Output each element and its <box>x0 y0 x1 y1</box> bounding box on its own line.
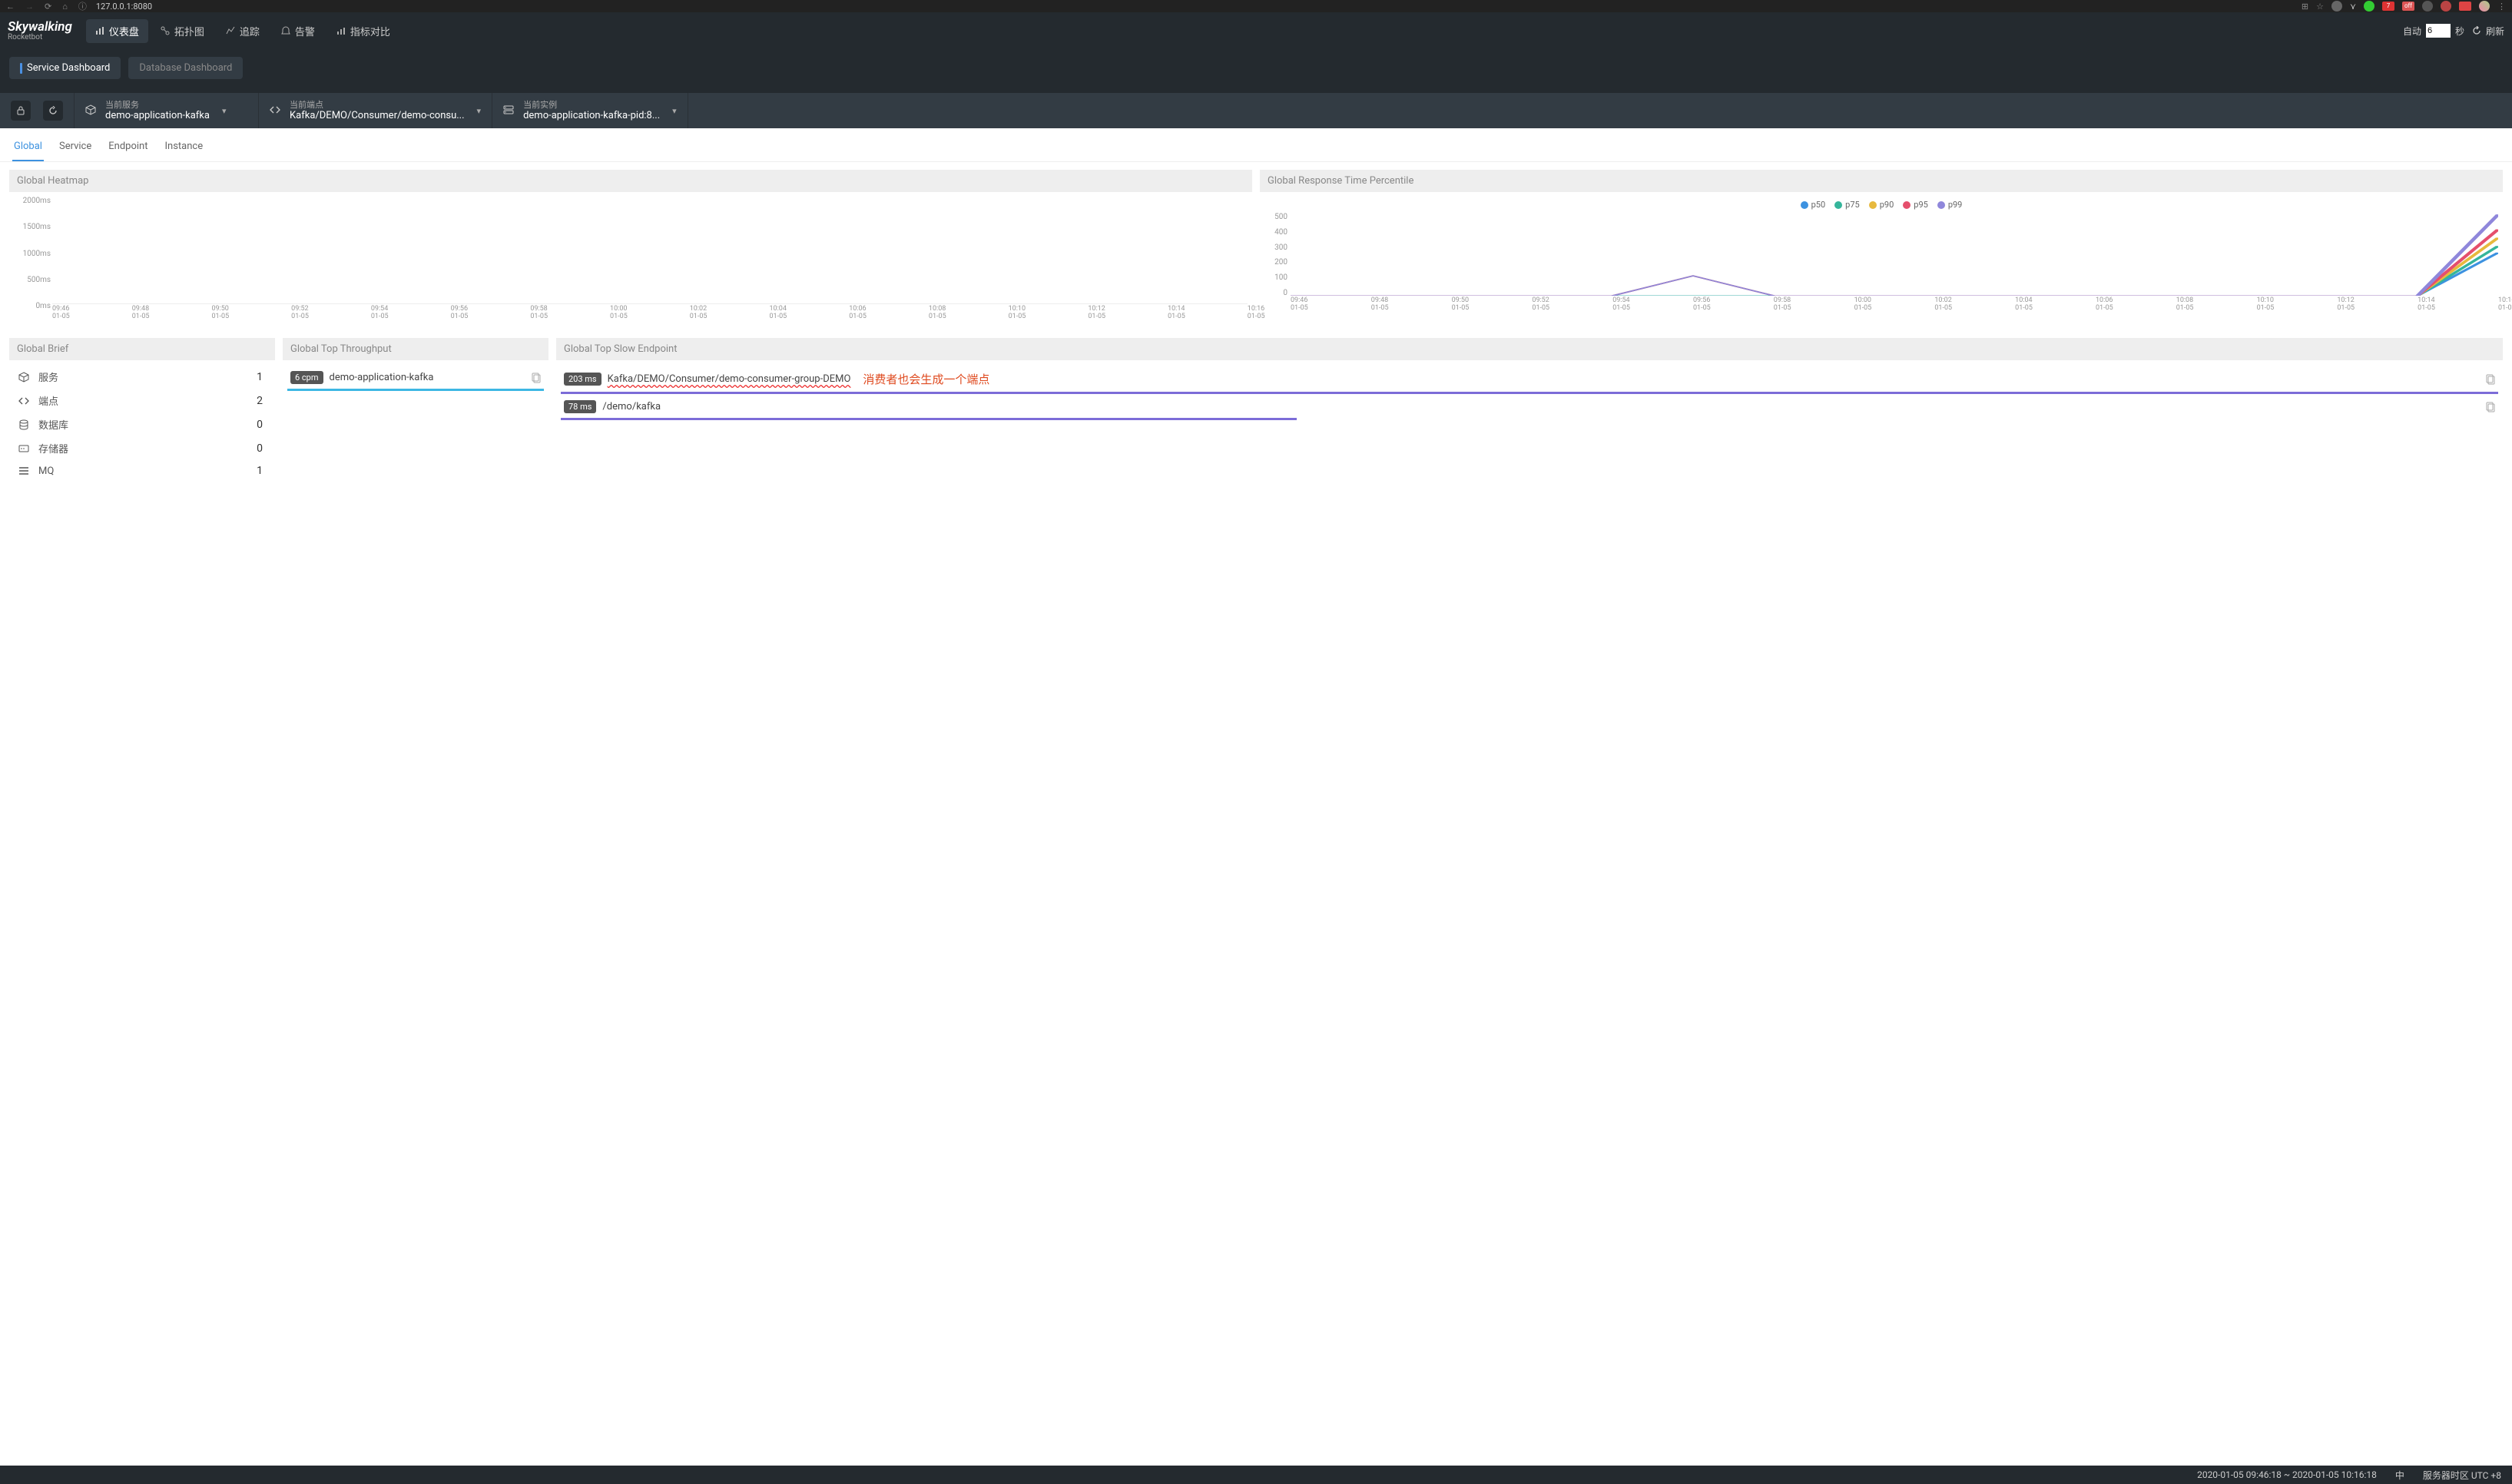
subtab-global[interactable]: Global <box>12 136 44 161</box>
panel-slow-endpoint: Global Top Slow Endpoint 203 ms Kafka/DEM… <box>556 338 2503 485</box>
nav-trace[interactable]: 追踪 <box>217 19 269 43</box>
language-switch[interactable]: 中 <box>2395 1469 2404 1482</box>
back-icon[interactable]: ← <box>6 2 15 12</box>
reload-icon[interactable]: ⟳ <box>45 2 51 12</box>
chart-legend: p50 p75 p90 p95 p99 <box>1264 197 2498 213</box>
panel-title: Global Heatmap <box>9 170 1252 192</box>
copy-icon[interactable] <box>2486 402 2495 412</box>
brief-row-database: 数据库 0 <box>14 412 270 436</box>
tab-service-dashboard[interactable]: Service Dashboard <box>9 57 121 79</box>
throughput-name: demo-application-kafka <box>330 372 434 383</box>
auto-label: 自动 <box>2403 25 2421 38</box>
brief-row-cache: 存储器 0 <box>14 436 270 460</box>
tab-indicator-bar <box>20 63 22 74</box>
selector-row: 当前服务 demo-application-kafka ▾ 当前端点 Kafka… <box>0 93 2512 128</box>
top-nav: Skywalking​ Rocketbot 仪表盘 拓扑图 追踪 告警 <box>0 12 2512 49</box>
panel-heatmap: Global Heatmap 2000ms1500ms1000ms500ms0m… <box>9 170 1252 330</box>
refresh-selectors-button[interactable] <box>43 101 63 121</box>
trace-icon <box>226 26 235 35</box>
tab-database-dashboard[interactable]: Database Dashboard <box>128 57 243 79</box>
brand: Skywalking​ Rocketbot <box>8 21 72 41</box>
alarm-icon <box>281 26 290 35</box>
latency-badge: 203 ms <box>564 373 601 386</box>
endpoint-selector[interactable]: 当前端点 Kafka/DEMO/Consumer/demo-consu... ▾ <box>259 93 492 128</box>
copy-icon[interactable] <box>2486 374 2495 385</box>
slow-endpoint-item[interactable]: 78 ms/demo/kafka <box>561 394 2498 420</box>
panel-percentile: Global Response Time Percentile p50 p75 … <box>1260 170 2503 330</box>
panel-title: Global Brief <box>9 338 275 360</box>
dashboard-tabs: Service Dashboard Database Dashboard <box>0 49 2512 93</box>
time-range[interactable]: 2020-01-05 09:46:18 ~ 2020-01-05 10:16:1… <box>2197 1469 2377 1480</box>
service-selector[interactable]: 当前服务 demo-application-kafka ▾ <box>75 93 259 128</box>
throughput-item[interactable]: 6 cpm demo-application-kafka <box>287 365 544 391</box>
lock-button[interactable] <box>11 101 31 121</box>
code-icon <box>17 396 31 406</box>
extension-icons: ⊞ ☆ ⋎ 7 off ⋮ <box>2302 1 2506 12</box>
database-icon <box>17 419 31 430</box>
package-icon <box>85 104 98 117</box>
brief-row-service: 服务 1 <box>14 365 270 389</box>
instance-selector[interactable]: 当前实例 demo-application-kafka-pid:8... ▾ <box>492 93 688 128</box>
latency-badge: 78 ms <box>564 400 596 413</box>
nav-topology[interactable]: 拓扑图 <box>151 19 214 43</box>
refresh-button[interactable]: 刷新 <box>2486 25 2504 38</box>
server-icon <box>503 104 515 117</box>
brief-row-mq: MQ 1 <box>14 460 270 482</box>
slow-name: Kafka/DEMO/Consumer/demo-consumer-group-… <box>608 373 851 385</box>
lock-icon <box>16 106 25 115</box>
slow-endpoint-item[interactable]: 203 ms Kafka/DEMO/Consumer/demo-consumer-… <box>561 365 2498 394</box>
nav-compare[interactable]: 指标对比 <box>327 19 399 43</box>
panel-throughput: Global Top Throughput 6 cpm demo-applicat… <box>283 338 548 485</box>
compare-icon <box>336 26 346 35</box>
storage-icon <box>17 443 31 454</box>
info-icon[interactable]: ⓘ <box>78 0 87 12</box>
bar-chart-icon <box>95 26 104 35</box>
topology-icon <box>161 26 170 35</box>
refresh-icon[interactable] <box>2472 26 2481 35</box>
auto-refresh: 自动 秒 刷新 <box>2403 24 2504 38</box>
subtab-endpoint[interactable]: Endpoint <box>107 136 149 161</box>
code-icon <box>270 104 282 117</box>
annotation-text: 消费者也会生成一个端点 <box>863 371 989 387</box>
panel-title: Global Top Slow Endpoint <box>556 338 2503 360</box>
refresh-interval-input[interactable] <box>2426 24 2451 38</box>
chevron-down-icon: ▾ <box>477 106 482 116</box>
home-icon[interactable]: ⌂ <box>62 2 68 12</box>
panel-brief: Global Brief 服务 1 端点 2 数据库 0 存储器 0 <box>9 338 275 485</box>
package-icon <box>17 372 31 383</box>
panel-title: Global Top Throughput <box>283 338 548 360</box>
sub-tabs: Global Service Endpoint Instance <box>0 128 2512 162</box>
nav-alarm[interactable]: 告警 <box>272 19 324 43</box>
footer: 2020-01-05 09:46:18 ~ 2020-01-05 10:16:1… <box>0 1466 2512 1484</box>
url-text[interactable]: 127.0.0.1:8080 <box>96 2 152 12</box>
throughput-badge: 6 cpm <box>290 371 323 384</box>
copy-icon[interactable] <box>532 373 541 383</box>
subtab-service[interactable]: Service <box>58 136 93 161</box>
timezone: 服务器时区 UTC +8 <box>2423 1469 2501 1482</box>
unit-label: 秒 <box>2455 25 2464 38</box>
panel-title: Global Response Time Percentile <box>1260 170 2503 192</box>
subtab-instance[interactable]: Instance <box>163 136 204 161</box>
chevron-down-icon: ▾ <box>672 106 677 116</box>
forward-icon[interactable]: → <box>25 2 34 12</box>
slow-name: /demo/kafka <box>602 401 661 412</box>
browser-address-bar: ← → ⟳ ⌂ ⓘ 127.0.0.1:8080 ⊞ ☆ ⋎ 7 off ⋮ <box>0 0 2512 12</box>
brief-row-endpoint: 端点 2 <box>14 389 270 412</box>
list-icon <box>17 465 31 476</box>
refresh-icon <box>48 106 58 115</box>
chevron-down-icon: ▾ <box>222 106 227 116</box>
nav-dashboard[interactable]: 仪表盘 <box>86 19 148 43</box>
